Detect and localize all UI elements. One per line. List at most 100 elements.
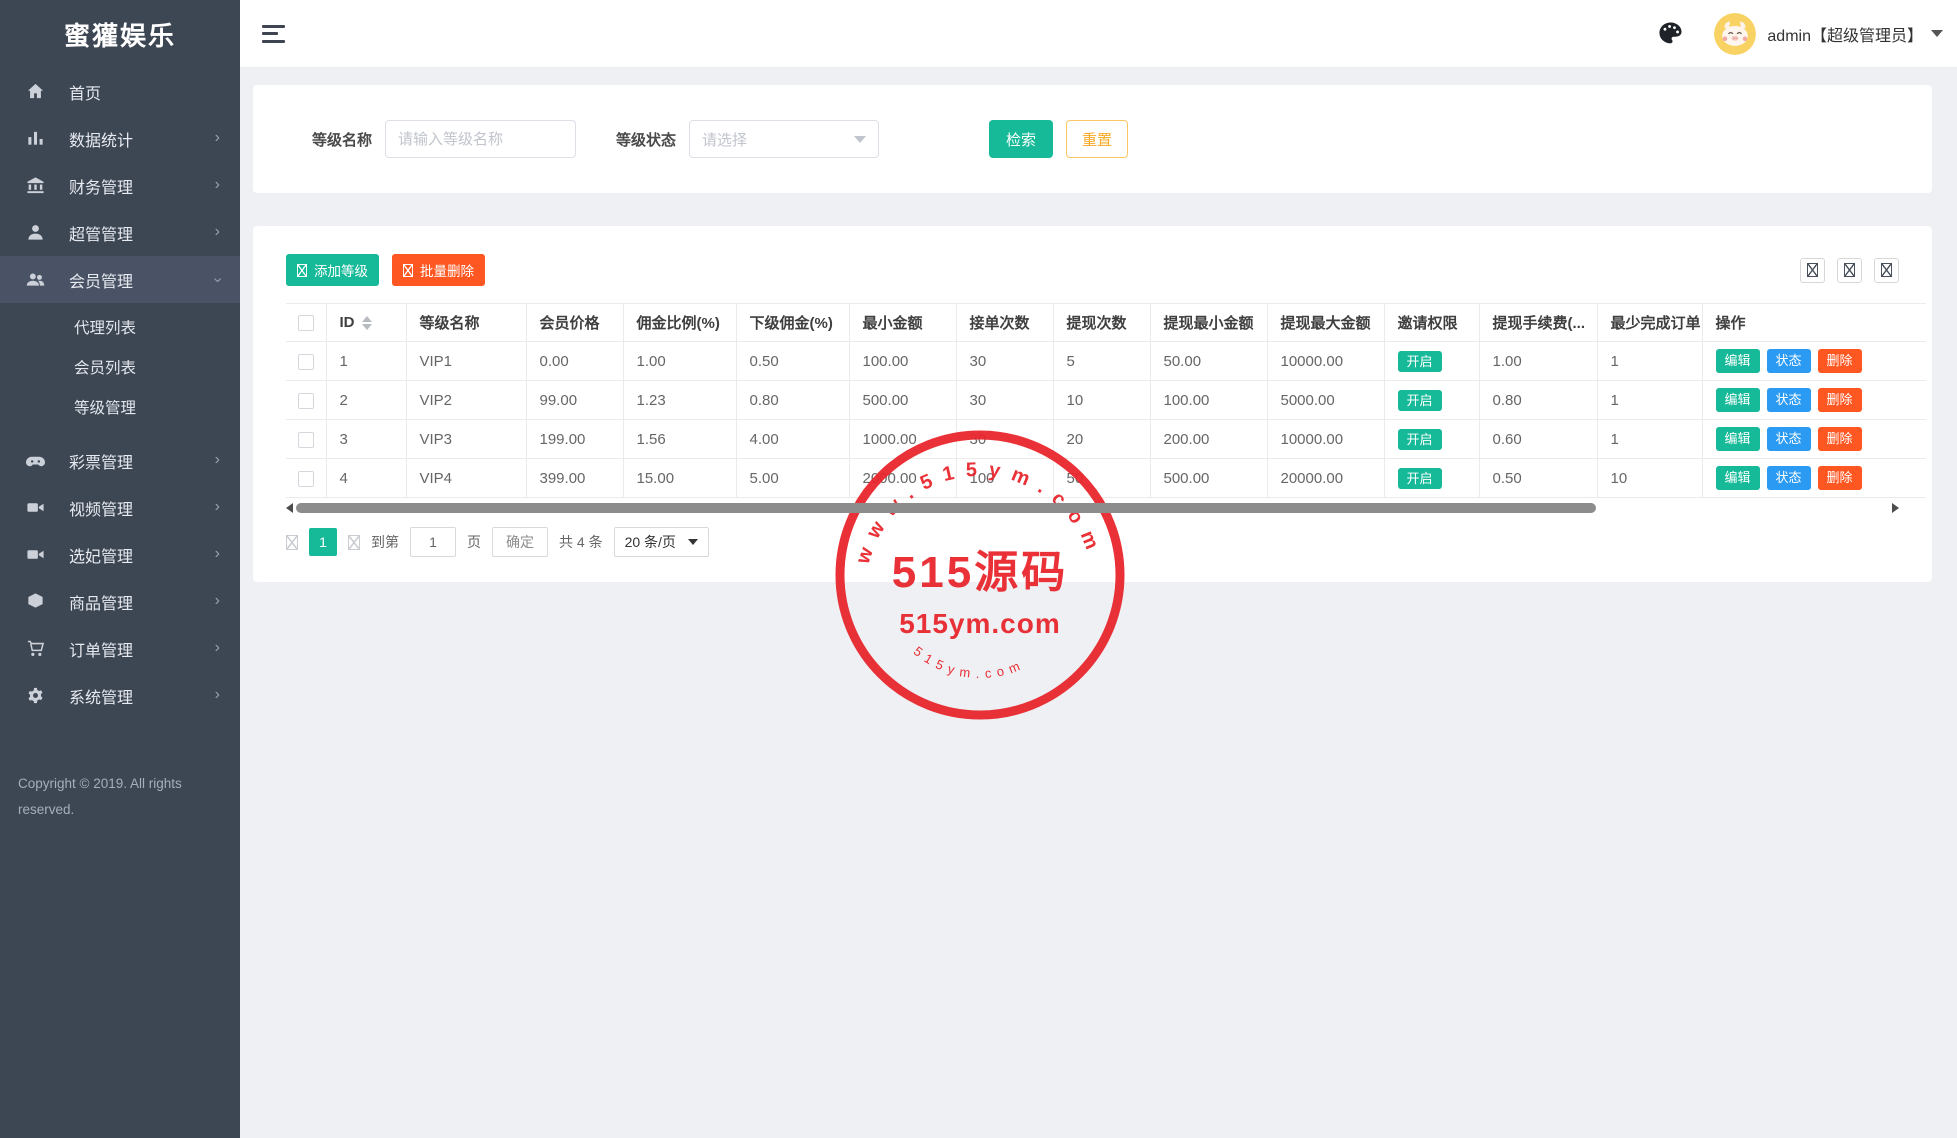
- search-panel: 等级名称 等级状态 请选择 检索 重置: [253, 85, 1932, 193]
- row-checkbox[interactable]: [298, 393, 314, 409]
- chevron-down-icon[interactable]: [1931, 30, 1943, 37]
- sidebar-item-1[interactable]: 首页: [0, 68, 240, 115]
- cell-id: 1: [326, 342, 406, 381]
- column-header: 邀请权限: [1384, 304, 1479, 342]
- page-jump-confirm-button[interactable]: 确定: [492, 527, 548, 557]
- user-dropdown[interactable]: admin【超级管理员】: [1767, 22, 1923, 46]
- select-all-checkbox[interactable]: [298, 315, 314, 331]
- cell-invite: 开启: [1384, 342, 1479, 381]
- table-wrapper: ID等级名称会员价格佣金比例(%)下级佣金(%)最小金额接单次数提现次数提现最小…: [286, 303, 1899, 498]
- row-checkbox[interactable]: [298, 471, 314, 487]
- cell-withdraw_max: 20000.00: [1267, 459, 1384, 498]
- cell-min_orders: 1: [1597, 342, 1702, 381]
- export-icon[interactable]: [1874, 258, 1899, 283]
- user-avatar[interactable]: [1714, 13, 1756, 55]
- horizontal-scrollbar: [286, 502, 1899, 514]
- horizontal-scrollbar-thumb[interactable]: [296, 503, 1596, 513]
- delete-button[interactable]: 删除: [1818, 466, 1862, 491]
- edit-button[interactable]: 编辑: [1716, 349, 1760, 374]
- status-button[interactable]: 状态: [1767, 466, 1811, 491]
- chevron-right-icon: ›: [215, 224, 220, 240]
- chevron-right-icon: ›: [209, 277, 225, 282]
- sidebar-item-3[interactable]: 财务管理›: [0, 162, 240, 209]
- reset-button[interactable]: 重置: [1066, 120, 1128, 158]
- sidebar-item-label: 选妃管理: [69, 543, 215, 567]
- cell-withdraw_max: 5000.00: [1267, 381, 1384, 420]
- next-page-button[interactable]: [348, 535, 360, 550]
- cell-withdraw_min: 200.00: [1150, 420, 1267, 459]
- sidebar-item-9[interactable]: 商品管理›: [0, 578, 240, 625]
- edit-button[interactable]: 编辑: [1716, 388, 1760, 413]
- edit-button[interactable]: 编辑: [1716, 466, 1760, 491]
- column-header[interactable]: ID: [326, 304, 406, 342]
- sidebar-item-7[interactable]: 视频管理›: [0, 484, 240, 531]
- filter-columns-icon[interactable]: [1837, 258, 1862, 283]
- sidebar-toggle-icon[interactable]: [262, 25, 288, 43]
- sidebar-item-10[interactable]: 订单管理›: [0, 625, 240, 672]
- cell-commission: 1.56: [623, 420, 736, 459]
- status-button[interactable]: 状态: [1767, 427, 1811, 452]
- copyright-text: Copyright © 2019. All rights reserved.: [18, 771, 198, 824]
- sidebar-item-2[interactable]: 数据统计›: [0, 115, 240, 162]
- cell-sub_commission: 5.00: [736, 459, 849, 498]
- video-icon: [25, 545, 45, 565]
- cell-name: VIP2: [406, 381, 526, 420]
- sidebar: 蜜獾娱乐 首页数据统计›财务管理›超管管理›会员管理›代理列表会员列表等级管理彩…: [0, 0, 240, 1138]
- row-checkbox[interactable]: [298, 354, 314, 370]
- prev-page-button[interactable]: [286, 535, 298, 550]
- chevron-right-icon: ›: [215, 546, 220, 562]
- delete-button[interactable]: 删除: [1818, 388, 1862, 413]
- page-jump-input[interactable]: [410, 527, 456, 557]
- status-button[interactable]: 状态: [1767, 349, 1811, 374]
- invite-status-badge: 开启: [1398, 468, 1442, 489]
- scroll-left-arrow-icon[interactable]: [286, 503, 293, 513]
- sidebar-subitem[interactable]: 会员列表: [0, 347, 240, 387]
- cell-sub_commission: 0.80: [736, 381, 849, 420]
- cell-order_count: 100: [956, 459, 1053, 498]
- theme-palette-icon[interactable]: [1657, 20, 1684, 47]
- sidebar-subitem[interactable]: 等级管理: [0, 387, 240, 427]
- level-status-select[interactable]: 请选择: [689, 120, 879, 158]
- refresh-icon[interactable]: [1800, 258, 1825, 283]
- page-size-select[interactable]: 20 条/页: [614, 527, 709, 557]
- table-row: 1VIP10.001.000.50100.0030550.0010000.00开…: [286, 342, 1926, 381]
- sidebar-item-6[interactable]: 彩票管理›: [0, 437, 240, 484]
- level-status-label: 等级状态: [616, 129, 676, 150]
- sidebar-item-11[interactable]: 系统管理›: [0, 672, 240, 719]
- row-checkbox[interactable]: [298, 432, 314, 448]
- delete-button[interactable]: 删除: [1818, 427, 1862, 452]
- cell-actions: 编辑状态删除: [1702, 459, 1926, 498]
- status-button[interactable]: 状态: [1767, 388, 1811, 413]
- chevron-right-icon: ›: [215, 593, 220, 609]
- sidebar-subitem[interactable]: 代理列表: [0, 307, 240, 347]
- add-level-button[interactable]: 添加等级: [286, 254, 379, 286]
- edit-button[interactable]: 编辑: [1716, 427, 1760, 452]
- level-table-panel: 添加等级 批量删除 ID等级名称会员价格佣金比例(%)下级佣金(%)最小金额接单…: [253, 226, 1932, 582]
- gamepad-icon: [25, 451, 45, 471]
- scroll-right-arrow-icon[interactable]: [1892, 503, 1899, 513]
- sidebar-item-label: 视频管理: [69, 496, 215, 520]
- sort-icon[interactable]: [362, 316, 372, 330]
- current-page-button[interactable]: 1: [309, 528, 337, 556]
- delete-button[interactable]: 删除: [1818, 349, 1862, 374]
- invite-status-badge: 开启: [1398, 429, 1442, 450]
- pagination: 1 到第 页 确定 共 4 条 20 条/页: [286, 527, 1899, 557]
- sidebar-item-5[interactable]: 会员管理›: [0, 256, 240, 303]
- users-icon: [25, 270, 45, 290]
- sidebar-item-8[interactable]: 选妃管理›: [0, 531, 240, 578]
- cell-min_amount: 100.00: [849, 342, 956, 381]
- cell-fee: 1.00: [1479, 342, 1597, 381]
- cell-fee: 0.50: [1479, 459, 1597, 498]
- batch-delete-button[interactable]: 批量删除: [392, 254, 485, 286]
- search-button[interactable]: 检索: [989, 120, 1053, 158]
- cell-withdraw_count: 5: [1053, 342, 1150, 381]
- level-name-input[interactable]: [385, 120, 576, 158]
- table-header-row: ID等级名称会员价格佣金比例(%)下级佣金(%)最小金额接单次数提现次数提现最小…: [286, 304, 1926, 342]
- cell-withdraw_count: 10: [1053, 381, 1150, 420]
- sidebar-item-4[interactable]: 超管管理›: [0, 209, 240, 256]
- cell-min_orders: 1: [1597, 420, 1702, 459]
- select-caret-icon: [688, 539, 698, 545]
- column-header: 提现手续费(...: [1479, 304, 1597, 342]
- select-caret-icon: [854, 136, 866, 143]
- cube-icon: [25, 592, 45, 612]
